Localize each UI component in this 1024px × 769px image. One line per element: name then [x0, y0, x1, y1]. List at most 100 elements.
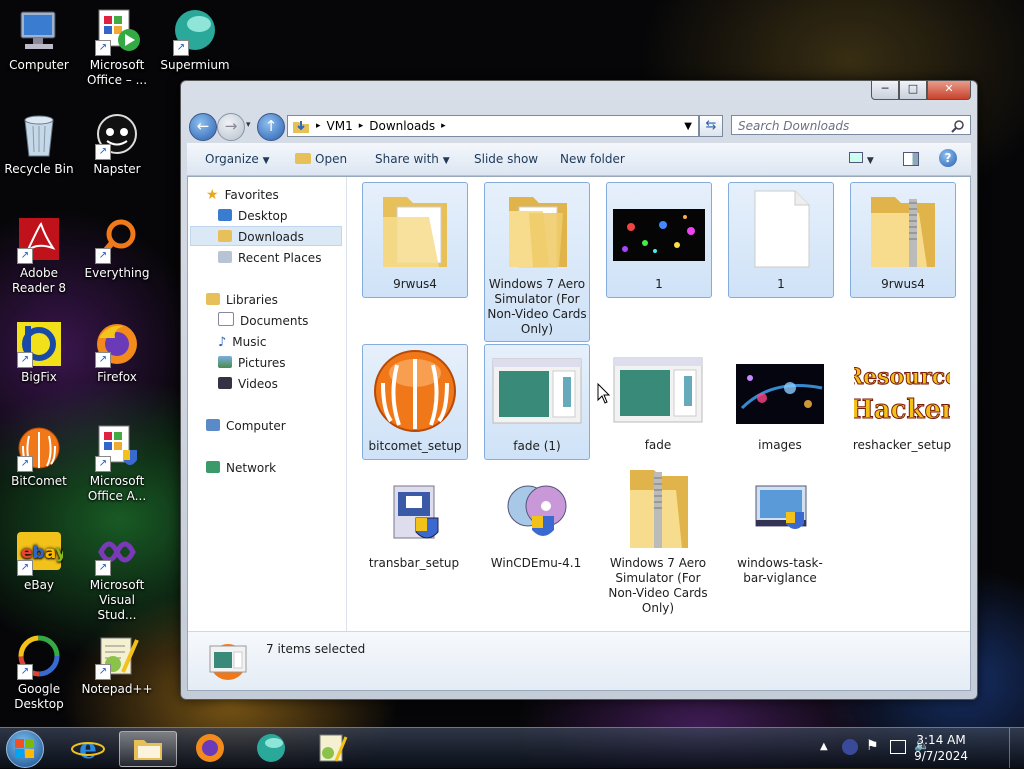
close-button[interactable]: ✕ [927, 81, 971, 100]
file-item[interactable]: images [728, 344, 832, 458]
nav-music[interactable]: ♪ Music [218, 332, 266, 352]
file-item[interactable]: Resource Hacker reshacker_setup [844, 344, 959, 458]
desktop-icon-microsoft-office-a[interactable]: ↗ Microsoft Office A... [78, 424, 156, 504]
file-item[interactable]: 1 [606, 182, 712, 298]
tray-clock[interactable]: 3:14 AM 9/7/2024 [914, 732, 968, 764]
new-folder-button[interactable]: New folder [560, 152, 625, 166]
tray-overflow-button[interactable]: ▲ [820, 741, 828, 752]
folder-icon [383, 197, 447, 267]
desktop-icon-label: BigFix [21, 370, 57, 384]
file-item[interactable]: transbar_setup [362, 462, 466, 576]
firefox-icon [196, 734, 224, 762]
preview-pane-button[interactable] [903, 152, 919, 166]
chevron-down-icon: ▼ [442, 156, 450, 166]
help-button[interactable]: ? [939, 149, 957, 167]
desktop-icon-bigfix[interactable]: ↗ BigFix [0, 320, 78, 385]
libraries-icon [206, 293, 220, 305]
nav-documents[interactable]: Documents [218, 311, 308, 331]
breadcrumb-downloads[interactable]: Downloads [369, 119, 435, 133]
up-button[interactable]: ↑ [257, 113, 285, 141]
nav-label: Documents [240, 314, 309, 328]
desktop-icon-label: Everything [84, 266, 150, 280]
file-name: transbar_setup [368, 556, 460, 570]
desktop-icon-ebay[interactable]: ebay ↗ eBay [0, 528, 78, 593]
navigation-pane: ★ Favorites Desktop Downloads Recent Plac… [188, 177, 347, 632]
desktop-icon-bitcomet[interactable]: ↗ BitComet [0, 424, 78, 489]
file-item[interactable]: WinCDEmu-4.1 [484, 462, 588, 576]
open-button[interactable]: Open [295, 152, 347, 166]
search-input[interactable]: Search Downloads [731, 115, 971, 135]
desktop-icon-label: Recycle Bin [4, 162, 74, 176]
taskbar-supermium[interactable] [243, 731, 299, 765]
share-with-button[interactable]: Share with ▼ [375, 152, 450, 166]
file-item[interactable]: fade (1) [484, 344, 590, 460]
mouse-cursor-icon [597, 383, 611, 404]
organize-label: Organize [205, 152, 259, 166]
start-button[interactable] [6, 730, 44, 768]
desktop-icon-napster[interactable]: ↗ Napster [78, 112, 156, 177]
nav-label: Favorites [224, 188, 279, 202]
back-button[interactable]: ← [189, 113, 217, 141]
desktop-icon-notepadpp[interactable]: ↗ Notepad++ [78, 632, 156, 697]
breadcrumb-separator: ▸ [441, 121, 446, 131]
taskbar-firefox[interactable] [182, 731, 238, 765]
file-item[interactable]: Windows 7 Aero Simulator (For Non-Video … [484, 182, 590, 342]
bitcomet-setup-icon [374, 350, 456, 432]
address-dropdown-icon[interactable]: ▼ [684, 121, 692, 132]
file-item[interactable]: bitcomet_setup [362, 344, 468, 460]
nav-recent-places[interactable]: Recent Places [218, 248, 321, 268]
address-bar[interactable]: ▸ VM1 ▸ Downloads ▸ ▼ [287, 115, 699, 137]
slide-show-button[interactable]: Slide show [474, 152, 538, 166]
action-center-flag-icon[interactable]: ⚑ [866, 738, 879, 754]
tray-security-icon[interactable] [842, 739, 858, 755]
minimize-button[interactable]: ─ [871, 81, 899, 100]
caption-buttons: ─ □ ✕ [871, 81, 971, 100]
desktop-icon-supermium[interactable]: ↗ Supermium [156, 8, 234, 73]
file-name: fade [644, 438, 672, 452]
nav-label: Pictures [238, 356, 286, 370]
recent-pages-dropdown[interactable]: ▾ [246, 120, 251, 130]
organize-button[interactable]: Organize ▼ [205, 152, 270, 166]
taskbar-notepadpp[interactable] [304, 731, 360, 765]
nav-favorites[interactable]: ★ Favorites [206, 185, 279, 205]
image-thumbnail-icon [492, 358, 582, 424]
refresh-button[interactable]: ⇆ [699, 115, 723, 137]
change-view-button[interactable]: ▼ [849, 152, 874, 166]
taskbar-windows-explorer[interactable] [119, 731, 177, 767]
maximize-button[interactable]: □ [899, 81, 927, 100]
nav-pictures[interactable]: Pictures [218, 353, 286, 373]
forward-button[interactable]: → [217, 113, 245, 141]
file-item[interactable]: 9rwus4 [850, 182, 956, 298]
desktop-icon-computer[interactable]: Computer [0, 8, 78, 73]
nav-videos[interactable]: Videos [218, 374, 278, 394]
recent-places-icon [218, 251, 232, 263]
desktop-icon-visual-studio[interactable]: ↗ Microsoft Visual Stud... [78, 528, 156, 623]
file-item[interactable]: fade [606, 344, 710, 458]
file-item[interactable]: 9rwus4 [362, 182, 468, 298]
show-desktop-button[interactable] [1009, 728, 1024, 768]
nav-label: Recent Places [238, 251, 322, 265]
desktop-icon-recycle-bin[interactable]: Recycle Bin [0, 112, 78, 177]
desktop-icon-label: Napster [93, 162, 141, 176]
taskbar-internet-explorer[interactable]: e [60, 731, 116, 765]
nav-downloads[interactable]: Downloads [190, 226, 342, 246]
file-name: bitcomet_setup [368, 439, 462, 453]
desktop-icon-google-desktop[interactable]: ↗ Google Desktop [0, 632, 78, 712]
desktop-icon-adobe-reader[interactable]: ↗ Adobe Reader 8 [0, 216, 78, 296]
file-item[interactable]: Windows 7 Aero Simulator (For Non-Video … [606, 462, 710, 620]
file-item[interactable]: 1 [728, 182, 834, 298]
file-name: reshacker_setup [852, 438, 952, 452]
desktop-icon-everything[interactable]: ↗ Everything [78, 216, 156, 281]
desktop-icon-label: BitComet [11, 474, 67, 488]
nav-desktop[interactable]: Desktop [218, 206, 288, 226]
desktop-icon-microsoft-office[interactable]: ↗ Microsoft Office – ... [78, 8, 156, 88]
search-icon[interactable] [951, 119, 965, 133]
nav-network[interactable]: Network [206, 458, 276, 478]
file-item[interactable]: windows-task-bar-viglance [728, 462, 832, 585]
nav-computer[interactable]: Computer [206, 416, 286, 436]
breadcrumb-vm1[interactable]: VM1 [327, 119, 353, 133]
nav-libraries[interactable]: Libraries [206, 290, 278, 310]
desktop-icon-firefox[interactable]: ↗ Firefox [78, 320, 156, 385]
nav-label: Videos [238, 377, 278, 391]
network-tray-icon[interactable] [890, 740, 906, 754]
